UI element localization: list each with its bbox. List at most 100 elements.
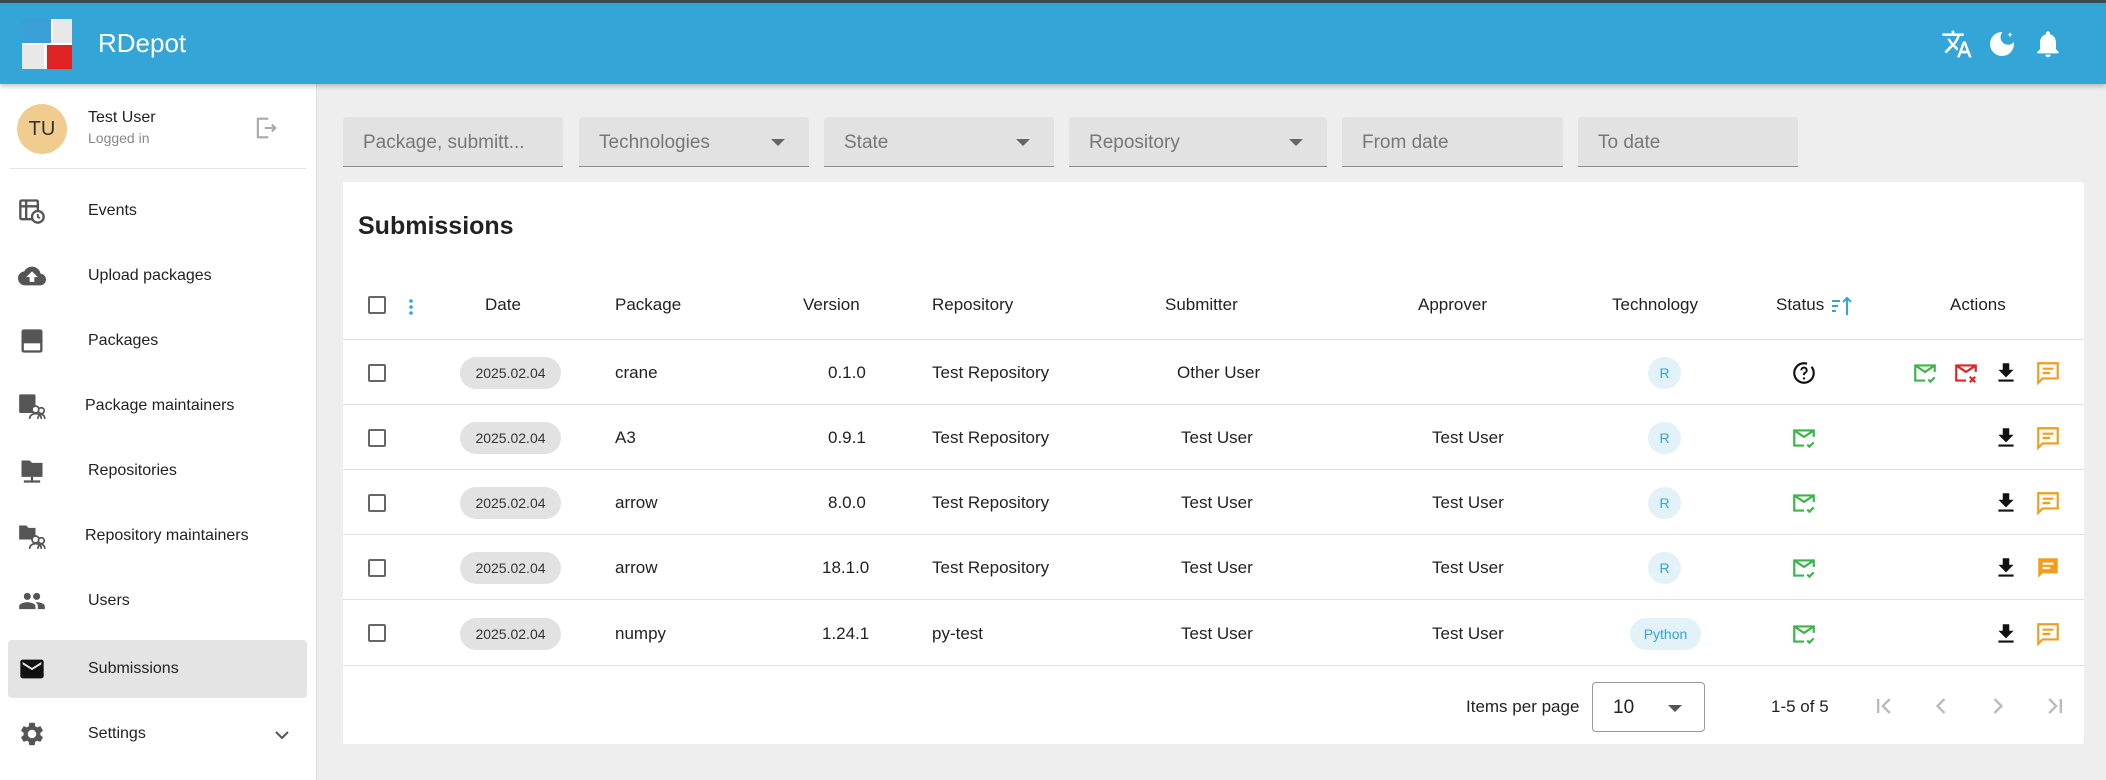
sidebar-item-repositories[interactable]: Repositories <box>8 442 307 500</box>
column-menu-icon[interactable] <box>403 297 419 317</box>
accepted-status-icon <box>1793 429 1815 449</box>
from-date-input[interactable]: From date <box>1342 117 1563 167</box>
dark-mode-icon[interactable] <box>1986 28 2018 60</box>
user-panel: TU Test User Logged in <box>0 84 317 168</box>
items-per-page-value: 10 <box>1613 697 1635 718</box>
repository-name: Test Repository <box>932 493 1050 512</box>
sidebar: TU Test User Logged in Events Upload pac… <box>0 84 317 780</box>
divider <box>343 339 2084 340</box>
chevron-down-icon[interactable] <box>270 723 294 747</box>
comment-icon[interactable] <box>2035 621 2061 647</box>
accept-submission-icon[interactable] <box>1912 360 1938 386</box>
last-page-icon[interactable] <box>2041 692 2069 720</box>
sidebar-item-settings[interactable]: Settings <box>8 705 307 763</box>
date-chip: 2025.02.04 <box>460 422 561 454</box>
download-icon[interactable] <box>1993 360 2019 386</box>
divider <box>343 469 2084 470</box>
sidebar-item-label: Packages <box>88 332 159 349</box>
date-chip: 2025.02.04 <box>460 487 561 519</box>
to-date-input[interactable]: To date <box>1578 117 1798 167</box>
date-chip: 2025.02.04 <box>460 357 561 389</box>
technology-chip: R <box>1648 487 1681 519</box>
notifications-icon[interactable] <box>2032 28 2064 60</box>
sidebar-item-label: Repositories <box>88 462 177 479</box>
technology-chip: R <box>1648 357 1681 389</box>
cloud-upload-icon <box>18 266 46 286</box>
package-name: arrow <box>615 493 658 512</box>
row-checkbox[interactable] <box>368 559 386 577</box>
users-icon <box>19 592 45 610</box>
download-icon[interactable] <box>1993 490 2019 516</box>
download-icon[interactable] <box>1993 555 2019 581</box>
submitter: Test User <box>1181 624 1253 643</box>
submitter: Test User <box>1181 558 1253 577</box>
sidebar-item-upload-packages[interactable]: Upload packages <box>8 247 307 305</box>
column-header-version[interactable]: Version <box>803 295 860 315</box>
first-page-icon[interactable] <box>1870 692 1898 720</box>
gear-icon <box>21 722 43 746</box>
app-logo[interactable] <box>22 19 72 69</box>
column-header-repository[interactable]: Repository <box>932 295 1013 315</box>
user-name: Test User <box>88 109 156 126</box>
previous-page-icon[interactable] <box>1927 692 1955 720</box>
divider <box>343 534 2084 535</box>
divider <box>343 599 2084 600</box>
technologies-select[interactable]: Technologies <box>579 117 809 167</box>
comment-icon[interactable] <box>2035 425 2061 451</box>
comment-icon[interactable] <box>2035 360 2061 386</box>
comment-icon[interactable] <box>2035 490 2061 516</box>
column-header-date[interactable]: Date <box>485 295 521 315</box>
technology-chip: Python <box>1630 618 1701 650</box>
column-header-technology[interactable]: Technology <box>1612 295 1698 315</box>
from-date-placeholder: From date <box>1362 132 1449 153</box>
reject-submission-icon[interactable] <box>1953 360 1979 386</box>
row-checkbox[interactable] <box>368 364 386 382</box>
items-per-page-select[interactable]: 10 <box>1592 682 1705 732</box>
version: 18.1.0 <box>822 558 870 577</box>
state-select[interactable]: State <box>824 117 1054 167</box>
column-header-submitter[interactable]: Submitter <box>1165 295 1238 315</box>
comment-filled-icon[interactable] <box>2035 555 2061 581</box>
sidebar-item-users[interactable]: Users <box>8 572 307 630</box>
sidebar-item-label: Users <box>88 592 130 609</box>
accepted-status-icon <box>1793 494 1815 514</box>
sidebar-item-submissions[interactable]: Submissions <box>8 640 307 698</box>
mail-icon <box>20 659 44 679</box>
app-title: RDepot <box>98 28 187 58</box>
search-input[interactable]: Package, submitt... <box>343 117 563 167</box>
package-maintainers-icon <box>19 394 46 419</box>
sidebar-item-package-maintainers[interactable]: Package maintainers <box>8 377 307 435</box>
repository-select[interactable]: Repository <box>1069 117 1327 167</box>
download-icon[interactable] <box>1993 425 2019 451</box>
date-chip: 2025.02.04 <box>460 618 561 650</box>
download-icon[interactable] <box>1993 621 2019 647</box>
row-checkbox[interactable] <box>368 429 386 447</box>
approver: Test User <box>1432 493 1504 512</box>
repository-name: py-test <box>932 624 984 643</box>
sidebar-item-label: Upload packages <box>88 267 212 284</box>
column-header-package[interactable]: Package <box>615 295 681 315</box>
avatar: TU <box>17 104 67 154</box>
technology-chip: R <box>1648 552 1681 584</box>
row-checkbox[interactable] <box>368 624 386 642</box>
technology-chip: R <box>1648 422 1681 454</box>
logout-icon[interactable] <box>252 114 280 142</box>
version: 0.9.1 <box>828 428 866 447</box>
folder-network-icon <box>21 460 43 483</box>
sort-ascending-icon[interactable] <box>1830 294 1854 318</box>
sidebar-item-repository-maintainers[interactable]: Repository maintainers <box>8 507 307 565</box>
to-date-placeholder: To date <box>1598 132 1661 153</box>
app-header: RDepot <box>0 0 2106 84</box>
next-page-icon[interactable] <box>1984 692 2012 720</box>
column-header-approver[interactable]: Approver <box>1418 295 1487 315</box>
packages-icon <box>21 329 43 353</box>
column-header-status[interactable]: Status <box>1776 295 1824 315</box>
translate-icon[interactable] <box>1941 28 1973 60</box>
package-name: arrow <box>615 558 658 577</box>
select-all-checkbox[interactable] <box>368 296 386 314</box>
version: 1.24.1 <box>822 624 870 643</box>
row-checkbox[interactable] <box>368 494 386 512</box>
approver: Test User <box>1432 428 1504 447</box>
sidebar-item-packages[interactable]: Packages <box>8 312 307 370</box>
sidebar-item-events[interactable]: Events <box>8 182 307 240</box>
